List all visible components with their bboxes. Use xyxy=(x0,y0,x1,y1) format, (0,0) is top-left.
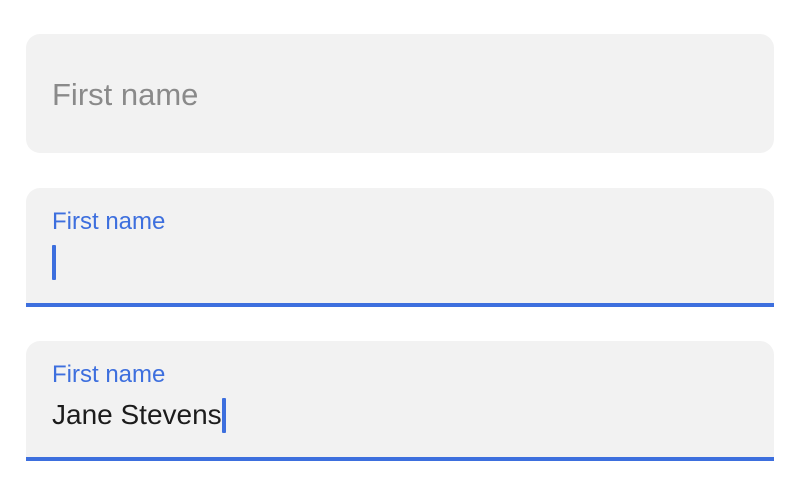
first-name-input-line[interactable]: Jane Stevens xyxy=(52,397,226,433)
text-caret xyxy=(221,397,226,433)
text-caret xyxy=(52,244,56,280)
first-name-placeholder: First name xyxy=(52,77,199,112)
first-name-floating-label: First name xyxy=(52,361,166,388)
first-name-field-idle[interactable]: First name xyxy=(26,34,774,153)
first-name-input-line[interactable] xyxy=(52,244,56,280)
first-name-field-focused[interactable]: First name xyxy=(26,188,774,307)
first-name-floating-label: First name xyxy=(52,208,166,235)
first-name-value: Jane Stevens xyxy=(52,399,222,430)
text-field-states: First name First name First name Jane St… xyxy=(0,0,800,495)
first-name-field-filled[interactable]: First name Jane Stevens xyxy=(26,341,774,461)
